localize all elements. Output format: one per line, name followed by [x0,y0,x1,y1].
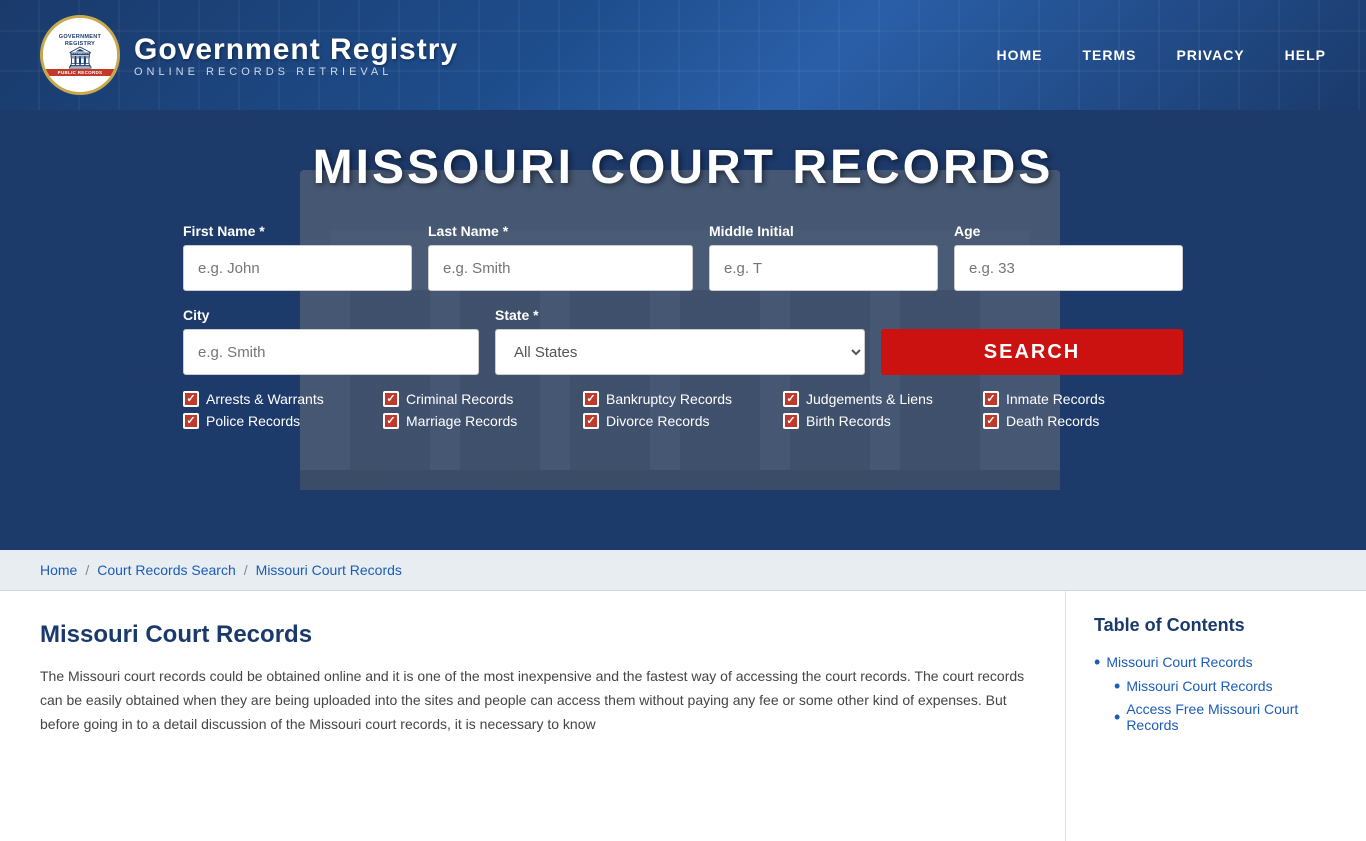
main-content: Missouri Court Records The Missouri cour… [0,591,1066,841]
age-group: Age [954,223,1183,291]
state-label: State * [495,307,865,323]
age-label: Age [954,223,1183,239]
toc-item: • Missouri Court Records [1094,650,1338,674]
checkbox-item[interactable]: Divorce Records [583,413,783,429]
checkbox-icon [783,413,799,429]
form-row-2: City State * All StatesAlabamaAlaskaAriz… [183,307,1183,375]
checkboxes-row: Arrests & Warrants Criminal Records Bankru… [183,391,1183,429]
toc-bullet: • [1114,677,1120,695]
header-nav: HOME TERMS PRIVACY HELP [996,47,1326,63]
toc-title: Table of Contents [1094,615,1338,636]
nav-privacy[interactable]: PRIVACY [1176,47,1244,63]
toc-bullet: • [1114,708,1120,726]
checkbox-icon [383,413,399,429]
brand-text: Government Registry Online Records Retri… [134,33,458,78]
age-input[interactable] [954,245,1183,291]
checkbox-icon [183,413,199,429]
checkbox-label: Police Records [206,413,300,429]
brand-name: Government Registry [134,33,458,66]
state-select[interactable]: All StatesAlabamaAlaskaArizonaArkansasCa… [495,329,865,375]
city-input[interactable] [183,329,479,375]
content-area: Missouri Court Records The Missouri cour… [0,591,1366,841]
content-title: Missouri Court Records [40,621,1025,649]
site-header: GOVERNMENTREGISTRY 🏛 PUBLIC RECORDS Gove… [0,0,1366,110]
first-name-group: First Name * [183,223,412,291]
toc-bullet: • [1094,653,1100,671]
checkbox-label: Birth Records [806,413,891,429]
middle-initial-input[interactable] [709,245,938,291]
checkbox-icon [583,413,599,429]
checkbox-label: Criminal Records [406,391,513,407]
checkbox-label: Death Records [1006,413,1099,429]
checkbox-icon [983,391,999,407]
nav-help[interactable]: HELP [1285,47,1326,63]
city-group: City [183,307,479,375]
checkbox-label: Arrests & Warrants [206,391,324,407]
checkbox-label: Inmate Records [1006,391,1105,407]
hero-title: MISSOURI COURT RECORDS [313,140,1054,195]
logo-area: GOVERNMENTREGISTRY 🏛 PUBLIC RECORDS Gove… [40,15,458,95]
state-group: State * All StatesAlabamaAlaskaArizonaAr… [495,307,865,375]
brand-sub: Online Records Retrieval [134,66,458,78]
nav-home[interactable]: HOME [996,47,1042,63]
checkbox-item[interactable]: Arrests & Warrants [183,391,383,407]
last-name-group: Last Name * [428,223,693,291]
hero-section: MISSOURI COURT RECORDS First Name * Last… [0,110,1366,550]
first-name-input[interactable] [183,245,412,291]
search-button[interactable]: SEARCH [881,329,1183,375]
city-label: City [183,307,479,323]
checkbox-icon [183,391,199,407]
toc-list: • Missouri Court Records • Missouri Court R… [1094,650,1338,736]
breadcrumb-sep-2: / [244,562,248,578]
middle-initial-group: Middle Initial [709,223,938,291]
last-name-label: Last Name * [428,223,693,239]
checkbox-icon [583,391,599,407]
checkbox-item[interactable]: Death Records [983,413,1183,429]
checkbox-icon [783,391,799,407]
breadcrumb-current: Missouri Court Records [256,562,402,578]
nav-terms[interactable]: TERMS [1082,47,1136,63]
toc-link[interactable]: Missouri Court Records [1106,654,1252,670]
breadcrumb-court-records-search[interactable]: Court Records Search [97,562,236,578]
search-form: First Name * Last Name * Middle Initial … [183,223,1183,429]
checkbox-label: Bankruptcy Records [606,391,732,407]
logo-circle: GOVERNMENTREGISTRY 🏛 PUBLIC RECORDS [40,15,120,95]
breadcrumb-home[interactable]: Home [40,562,77,578]
toc-link[interactable]: Missouri Court Records [1126,678,1272,694]
sidebar: Table of Contents • Missouri Court Record… [1066,591,1366,841]
form-row-1: First Name * Last Name * Middle Initial … [183,223,1183,291]
checkbox-item[interactable]: Judgements & Liens [783,391,983,407]
middle-initial-label: Middle Initial [709,223,938,239]
checkbox-item[interactable]: Marriage Records [383,413,583,429]
checkbox-item[interactable]: Inmate Records [983,391,1183,407]
checkbox-icon [383,391,399,407]
breadcrumb: Home / Court Records Search / Missouri C… [0,550,1366,591]
logo-building-icon: 🏛 [66,47,94,69]
first-name-label: First Name * [183,223,412,239]
checkbox-icon [983,413,999,429]
checkbox-label: Judgements & Liens [806,391,933,407]
last-name-input[interactable] [428,245,693,291]
checkbox-item[interactable]: Police Records [183,413,383,429]
checkbox-label: Divorce Records [606,413,709,429]
toc-link[interactable]: Access Free Missouri Court Records [1126,701,1338,733]
checkbox-item[interactable]: Birth Records [783,413,983,429]
content-text: The Missouri court records could be obta… [40,665,1025,736]
checkbox-label: Marriage Records [406,413,517,429]
checkbox-item[interactable]: Criminal Records [383,391,583,407]
breadcrumb-sep-1: / [85,562,89,578]
toc-item: • Access Free Missouri Court Records [1094,698,1338,736]
toc-item: • Missouri Court Records [1094,674,1338,698]
checkbox-item[interactable]: Bankruptcy Records [583,391,783,407]
logo-ribbon-text: PUBLIC RECORDS [43,69,117,76]
